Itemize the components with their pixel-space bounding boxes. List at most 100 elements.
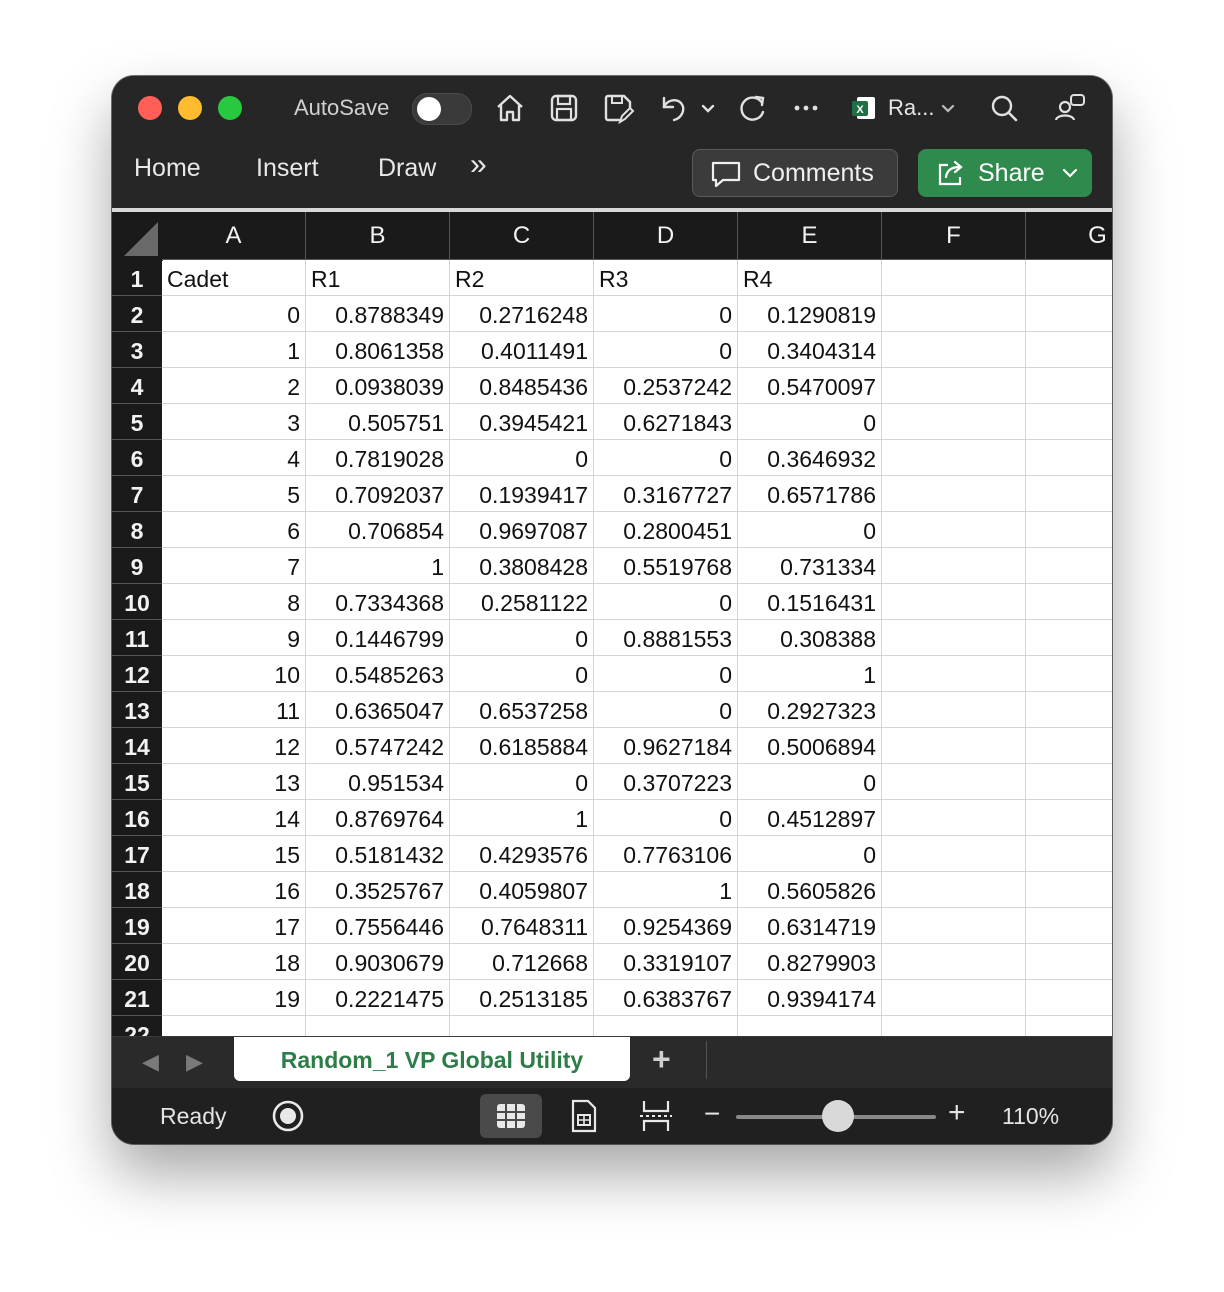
table-cell[interactable] — [882, 836, 1026, 872]
table-cell[interactable]: 0.6271843 — [594, 404, 738, 440]
table-cell[interactable]: 0.9030679 — [306, 944, 450, 980]
row-header[interactable]: 12 — [112, 656, 162, 692]
row-header[interactable]: 17 — [112, 836, 162, 872]
table-cell[interactable] — [882, 944, 1026, 980]
select-all-corner[interactable] — [112, 212, 163, 261]
table-cell[interactable]: 0.2927323 — [738, 692, 882, 728]
undo-dropdown-chevron-icon[interactable] — [698, 90, 718, 126]
table-cell[interactable]: 0.3319107 — [594, 944, 738, 980]
table-cell[interactable]: 4 — [162, 440, 306, 476]
table-cell[interactable] — [1026, 440, 1112, 476]
table-cell[interactable] — [882, 332, 1026, 368]
table-cell[interactable]: 1 — [738, 656, 882, 692]
table-cell[interactable]: 17 — [162, 908, 306, 944]
table-cell[interactable] — [882, 296, 1026, 332]
page-break-preview-icon[interactable] — [638, 1097, 674, 1135]
table-cell[interactable]: 15 — [162, 836, 306, 872]
table-cell[interactable]: 0.0938039 — [306, 368, 450, 404]
table-cell[interactable]: 0.5470097 — [738, 368, 882, 404]
autosave-toggle[interactable] — [412, 93, 472, 125]
zoom-out-button[interactable]: − — [704, 1098, 720, 1130]
table-cell[interactable]: 0.951534 — [306, 764, 450, 800]
table-cell[interactable]: 0.9254369 — [594, 908, 738, 944]
row-header[interactable]: 21 — [112, 980, 162, 1016]
table-cell[interactable]: 0.4512897 — [738, 800, 882, 836]
table-cell[interactable]: 0.9697087 — [450, 512, 594, 548]
table-cell[interactable]: 0 — [738, 836, 882, 872]
row-header[interactable]: 3 — [112, 332, 162, 368]
table-cell[interactable]: 1 — [450, 800, 594, 836]
table-cell[interactable]: 0.3646932 — [738, 440, 882, 476]
table-cell[interactable]: 9 — [162, 620, 306, 656]
table-cell[interactable] — [594, 1016, 738, 1036]
table-cell[interactable]: 13 — [162, 764, 306, 800]
header-cell[interactable] — [1026, 260, 1112, 296]
table-cell[interactable]: 0.7648311 — [450, 908, 594, 944]
table-cell[interactable]: 0.9627184 — [594, 728, 738, 764]
document-name-chevron-icon[interactable] — [938, 90, 958, 126]
share-chevron-down-icon[interactable] — [1060, 165, 1080, 181]
table-cell[interactable]: 0 — [738, 404, 882, 440]
document-name[interactable]: Ra... — [888, 95, 934, 121]
table-cell[interactable]: 6 — [162, 512, 306, 548]
table-cell[interactable]: 11 — [162, 692, 306, 728]
table-cell[interactable]: 0.8788349 — [306, 296, 450, 332]
table-cell[interactable] — [882, 980, 1026, 1016]
table-cell[interactable] — [882, 440, 1026, 476]
table-cell[interactable] — [1026, 800, 1112, 836]
table-cell[interactable]: 0 — [594, 584, 738, 620]
table-cell[interactable]: 0.5181432 — [306, 836, 450, 872]
zoom-slider-knob[interactable] — [822, 1100, 854, 1132]
table-cell[interactable] — [882, 800, 1026, 836]
table-cell[interactable]: 0.6537258 — [450, 692, 594, 728]
row-header[interactable]: 9 — [112, 548, 162, 584]
table-cell[interactable]: 0.2537242 — [594, 368, 738, 404]
header-cell[interactable]: Cadet — [162, 260, 306, 296]
table-cell[interactable]: 0.8881553 — [594, 620, 738, 656]
table-cell[interactable] — [1026, 332, 1112, 368]
search-icon[interactable] — [986, 90, 1022, 126]
zoom-window-button[interactable] — [218, 96, 242, 120]
table-cell[interactable]: 0.8061358 — [306, 332, 450, 368]
column-header-b[interactable]: B — [306, 212, 450, 260]
table-cell[interactable]: 1 — [594, 872, 738, 908]
table-cell[interactable]: 0.6365047 — [306, 692, 450, 728]
table-cell[interactable]: 14 — [162, 800, 306, 836]
table-cell[interactable]: 19 — [162, 980, 306, 1016]
table-cell[interactable] — [882, 764, 1026, 800]
table-cell[interactable]: 0 — [450, 656, 594, 692]
table-cell[interactable]: 0 — [594, 692, 738, 728]
table-cell[interactable]: 0.8279903 — [738, 944, 882, 980]
spreadsheet-grid[interactable]: A B C D E F G 1 Cadet R1 R2 R3 R4 2 0 0.8788349 0.271624… — [112, 208, 1112, 1036]
table-cell[interactable]: 0.2581122 — [450, 584, 594, 620]
table-cell[interactable]: 0.7092037 — [306, 476, 450, 512]
table-cell[interactable] — [882, 872, 1026, 908]
page-layout-view-icon[interactable] — [568, 1097, 600, 1135]
table-cell[interactable]: 0.6383767 — [594, 980, 738, 1016]
table-cell[interactable]: 0.2513185 — [450, 980, 594, 1016]
table-cell[interactable] — [1026, 368, 1112, 404]
table-cell[interactable] — [1026, 728, 1112, 764]
table-cell[interactable] — [1026, 944, 1112, 980]
table-cell[interactable]: 0.3808428 — [450, 548, 594, 584]
table-cell[interactable]: 0.1939417 — [450, 476, 594, 512]
table-cell[interactable]: 0.4011491 — [450, 332, 594, 368]
table-cell[interactable]: 0.505751 — [306, 404, 450, 440]
header-cell[interactable] — [882, 260, 1026, 296]
column-header-c[interactable]: C — [450, 212, 594, 260]
table-cell[interactable]: 0.6571786 — [738, 476, 882, 512]
header-cell[interactable]: R1 — [306, 260, 450, 296]
table-cell[interactable]: 0.5485263 — [306, 656, 450, 692]
row-header[interactable]: 10 — [112, 584, 162, 620]
table-cell[interactable]: 0 — [594, 332, 738, 368]
row-header[interactable]: 20 — [112, 944, 162, 980]
table-cell[interactable] — [1026, 692, 1112, 728]
row-header[interactable]: 18 — [112, 872, 162, 908]
row-header[interactable]: 1 — [112, 260, 162, 296]
undo-icon[interactable] — [654, 90, 690, 126]
save-icon[interactable] — [546, 90, 582, 126]
table-cell[interactable] — [1026, 620, 1112, 656]
table-cell[interactable]: 0.6185884 — [450, 728, 594, 764]
tab-insert[interactable]: Insert — [256, 154, 319, 183]
table-cell[interactable]: 0.3525767 — [306, 872, 450, 908]
